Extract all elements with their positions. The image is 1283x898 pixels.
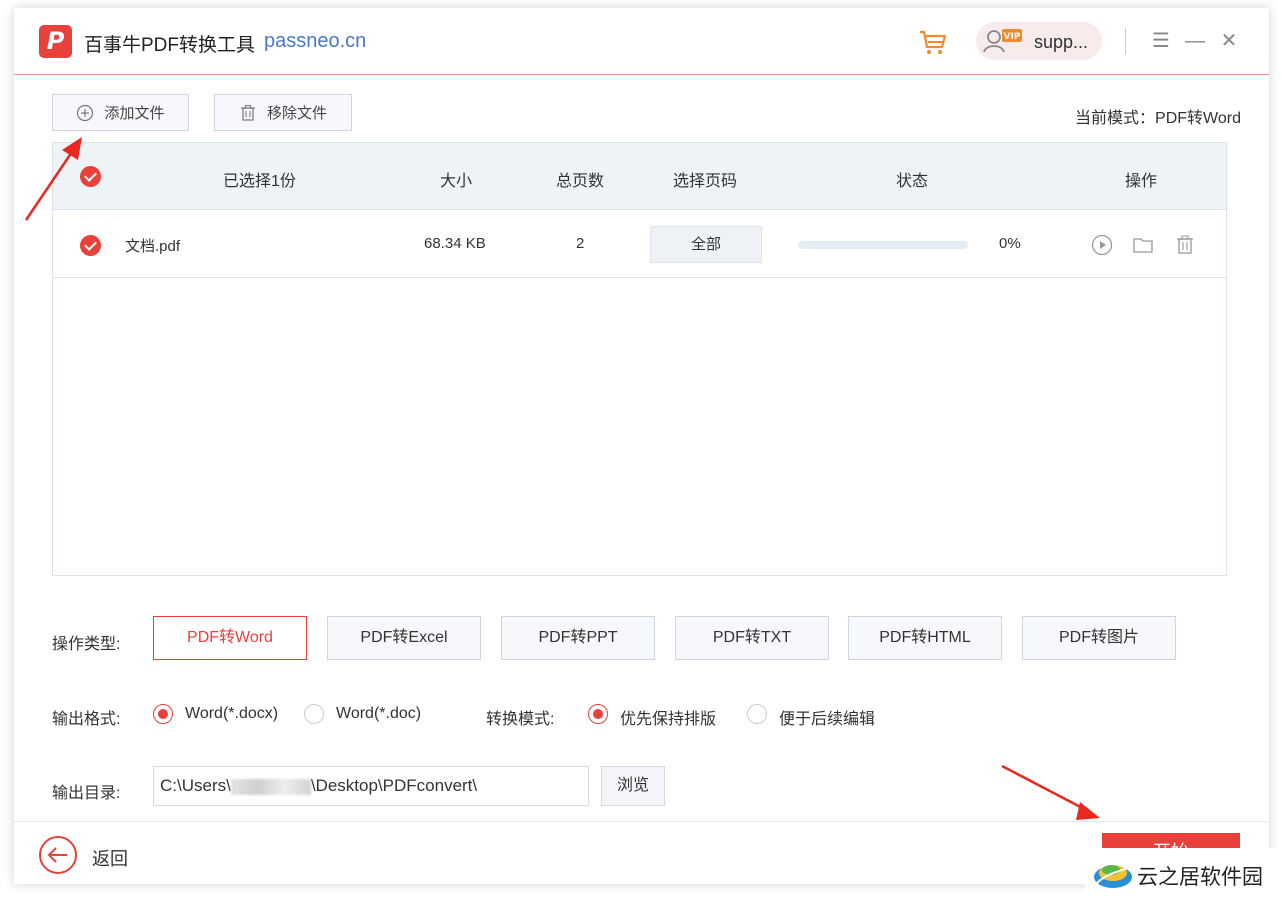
type-pdf-excel-button[interactable]: PDF转Excel: [327, 616, 481, 660]
path-prefix: C:\Users\: [160, 776, 231, 795]
output-format-label: 输出格式:: [52, 705, 120, 729]
minimize-icon[interactable]: —: [1182, 28, 1208, 54]
format-doc-label: Word(*.doc): [336, 705, 421, 723]
header-page-range: 选择页码: [673, 167, 737, 191]
output-dir-label: 输出目录:: [52, 779, 120, 803]
add-file-label: 添加文件: [104, 102, 164, 123]
operation-type-label: 操作类型:: [52, 630, 120, 654]
type-pdf-txt-button[interactable]: PDF转TXT: [675, 616, 829, 660]
play-icon[interactable]: [1090, 233, 1114, 257]
user-name: supp...: [1034, 32, 1088, 53]
table-header: 已选择1份 大小 总页数 选择页码 状态 操作: [53, 143, 1226, 210]
add-file-button[interactable]: 添加文件: [52, 94, 189, 131]
title-bar: P 百事牛PDF转换工具 passneo.cn VIP supp... ☰ — …: [14, 8, 1269, 75]
app-title: 百事牛PDF转换工具: [84, 30, 255, 57]
browse-button[interactable]: 浏览: [601, 766, 665, 806]
menu-icon[interactable]: ☰: [1148, 28, 1174, 54]
back-label[interactable]: 返回: [92, 845, 128, 871]
app-url-link[interactable]: passneo.cn: [264, 30, 366, 53]
progress-bar: [798, 241, 968, 249]
header-selected-count: 已选择1份: [223, 167, 296, 191]
type-pdf-ppt-button[interactable]: PDF转PPT: [501, 616, 655, 660]
output-path-input[interactable]: C:\Users\ \Desktop\PDFconvert\: [153, 766, 589, 806]
app-window: P 百事牛PDF转换工具 passneo.cn VIP supp... ☰ — …: [14, 8, 1269, 884]
header-size: 大小: [440, 167, 472, 191]
file-name: 文档.pdf: [125, 235, 180, 256]
title-separator: [1125, 28, 1126, 54]
header-actions: 操作: [1125, 167, 1157, 191]
mode-keep-layout-label: 优先保持排版: [620, 705, 716, 729]
plus-circle-icon: [76, 104, 94, 122]
vip-badge: VIP: [1004, 32, 1021, 42]
path-suffix: \Desktop\PDFconvert\: [311, 776, 477, 795]
select-all-checkbox[interactable]: [80, 166, 101, 187]
remove-file-button[interactable]: 移除文件: [214, 94, 352, 131]
mode-editable-radio[interactable]: [747, 704, 767, 724]
remove-file-label: 移除文件: [267, 102, 327, 123]
watermark-logo-icon: [1091, 853, 1135, 893]
header-status: 状态: [896, 167, 928, 191]
progress-text: 0%: [999, 235, 1021, 252]
watermark: 云之居软件园: [1085, 848, 1283, 898]
user-account[interactable]: VIP supp...: [976, 22, 1102, 60]
format-doc-radio[interactable]: [304, 704, 324, 724]
trash-icon: [239, 104, 257, 122]
mode-editable-label: 便于后续编辑: [779, 705, 875, 729]
app-logo: P: [39, 25, 72, 58]
type-pdf-word-button[interactable]: PDF转Word: [153, 616, 307, 660]
page-range-button[interactable]: 全部: [650, 226, 762, 263]
row-checkbox[interactable]: [80, 235, 101, 256]
arrow-left-icon: [41, 838, 75, 872]
mode-keep-layout-radio[interactable]: [588, 704, 608, 724]
table-row: 文档.pdf 68.34 KB 2 全部 0%: [53, 211, 1226, 278]
folder-icon[interactable]: [1131, 233, 1155, 257]
type-pdf-html-button[interactable]: PDF转HTML: [848, 616, 1002, 660]
convert-mode-label: 转换模式:: [486, 705, 554, 729]
format-docx-label: Word(*.docx): [185, 705, 278, 723]
close-icon[interactable]: ✕: [1216, 28, 1242, 54]
watermark-text: 云之居软件园: [1137, 861, 1263, 891]
footer-bar: 返回 开始: [14, 821, 1269, 884]
file-table: 已选择1份 大小 总页数 选择页码 状态 操作 文档.pdf 68.34 KB …: [52, 142, 1227, 576]
header-pages: 总页数: [556, 167, 604, 191]
back-button[interactable]: [39, 836, 77, 874]
user-vip-icon: VIP: [982, 26, 1026, 56]
format-docx-radio[interactable]: [153, 704, 173, 724]
cart-icon[interactable]: [917, 26, 949, 58]
file-size: 68.34 KB: [424, 235, 486, 252]
current-mode-text: 当前模式：PDF转Word: [1075, 104, 1241, 128]
delete-icon[interactable]: [1173, 233, 1197, 257]
redacted-username: [231, 779, 311, 795]
file-pages: 2: [576, 235, 584, 252]
type-pdf-image-button[interactable]: PDF转图片: [1022, 616, 1176, 660]
